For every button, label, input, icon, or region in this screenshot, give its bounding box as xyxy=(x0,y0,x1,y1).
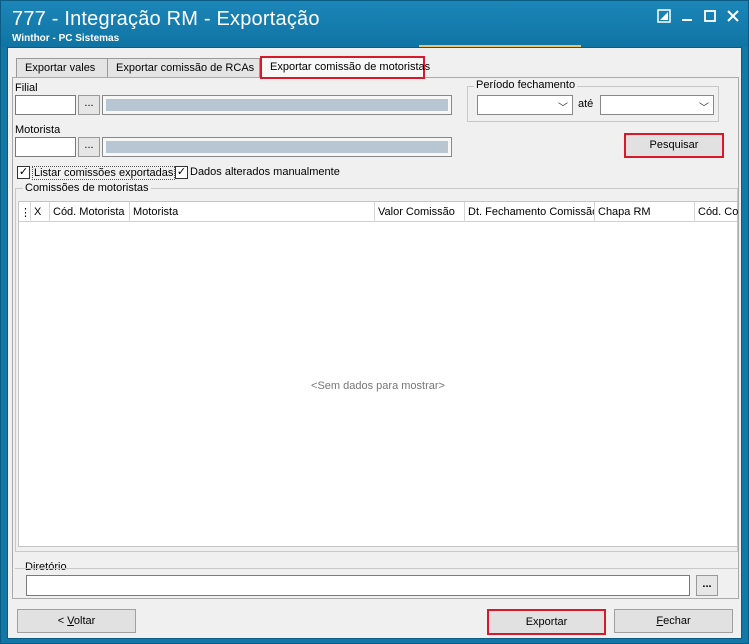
diretorio-group-line xyxy=(15,568,738,569)
tab-exportar-comissao-rcas[interactable]: Exportar comissão de RCAs xyxy=(107,58,260,78)
column-dt-fechamento[interactable]: Dt. Fechamento Comissão xyxy=(465,202,595,222)
title-bar: 777 - Integração RM - Exportação Winthor… xyxy=(1,1,748,48)
motorista-code-input[interactable] xyxy=(15,137,76,157)
diretorio-label: Diretório xyxy=(23,561,69,573)
chevron-down-icon: ﹀ xyxy=(558,103,568,114)
application-window: 777 - Integração RM - Exportação Winthor… xyxy=(0,0,749,644)
fechar-rest: echar xyxy=(663,615,691,627)
motorista-description-field xyxy=(102,137,452,157)
chevron-down-icon: ﹀ xyxy=(699,103,709,114)
exportar-button[interactable]: Exportar xyxy=(487,609,606,635)
tab-exportar-vales[interactable]: Exportar vales xyxy=(16,58,108,78)
restore-edit-icon[interactable] xyxy=(655,9,673,27)
listar-comissoes-checkbox[interactable]: ✓ xyxy=(17,166,30,179)
periodo-fechamento-label: Período fechamento xyxy=(474,79,578,91)
voltar-prefix: < xyxy=(57,615,68,627)
diretorio-browse-button[interactable]: ... xyxy=(696,575,718,596)
column-cod-co[interactable]: Cód. Co xyxy=(695,202,739,222)
diretorio-input[interactable] xyxy=(26,575,690,596)
listar-comissoes-label[interactable]: Listar comissões exportadas xyxy=(32,166,176,180)
column-cod-motorista[interactable]: Cód. Motorista xyxy=(50,202,130,222)
motorista-label: Motorista xyxy=(15,124,61,136)
comissoes-grid[interactable]: ⋮ X Cód. Motorista Motorista Valor Comis… xyxy=(18,201,738,547)
column-valor-comissao[interactable]: Valor Comissão xyxy=(375,202,465,222)
empty-grid-message: <Sem dados para mostrar> xyxy=(311,380,445,392)
column-x[interactable]: X xyxy=(31,202,50,222)
dados-alterados-label[interactable]: Dados alterados manualmente xyxy=(190,166,340,178)
column-motorista[interactable]: Motorista xyxy=(130,202,375,222)
pesquisar-button[interactable]: Pesquisar xyxy=(624,133,724,158)
column-chooser-icon[interactable]: ⋮ xyxy=(19,202,31,222)
minimize-icon[interactable] xyxy=(678,9,696,27)
window-title: 777 - Integração RM - Exportação xyxy=(12,8,320,30)
comissoes-group-label: Comissões de motoristas xyxy=(23,182,151,194)
window-subtitle: Winthor - PC Sistemas xyxy=(12,33,120,44)
voltar-rest: oltar xyxy=(73,615,96,627)
filial-label: Filial xyxy=(15,82,38,94)
fechar-button[interactable]: Fechar xyxy=(614,609,733,633)
voltar-button[interactable]: < Voltar xyxy=(17,609,136,633)
ate-label: até xyxy=(578,98,594,110)
filial-code-input[interactable] xyxy=(15,95,76,115)
filial-search-button[interactable]: ... xyxy=(78,95,100,115)
close-icon[interactable] xyxy=(724,9,742,27)
periodo-fim-select[interactable]: ﹀ xyxy=(600,95,714,115)
dados-alterados-checkbox[interactable]: ✓ xyxy=(175,166,188,179)
filial-description-field xyxy=(102,95,452,115)
periodo-inicio-select[interactable]: ﹀ xyxy=(477,95,573,115)
tab-exportar-comissao-motoristas[interactable]: Exportar comissão de motoristas xyxy=(260,56,430,79)
maximize-icon[interactable] xyxy=(701,9,719,27)
motorista-search-button[interactable]: ... xyxy=(78,137,100,157)
grid-header: ⋮ X Cód. Motorista Motorista Valor Comis… xyxy=(19,202,739,222)
tab-panel: Filial ... Motorista ... Período fechame… xyxy=(12,77,739,599)
client-area: Exportar vales Exportar comissão de RCAs… xyxy=(7,47,742,639)
column-chapa-rm[interactable]: Chapa RM xyxy=(595,202,695,222)
voltar-mnemonic: V xyxy=(67,615,74,627)
